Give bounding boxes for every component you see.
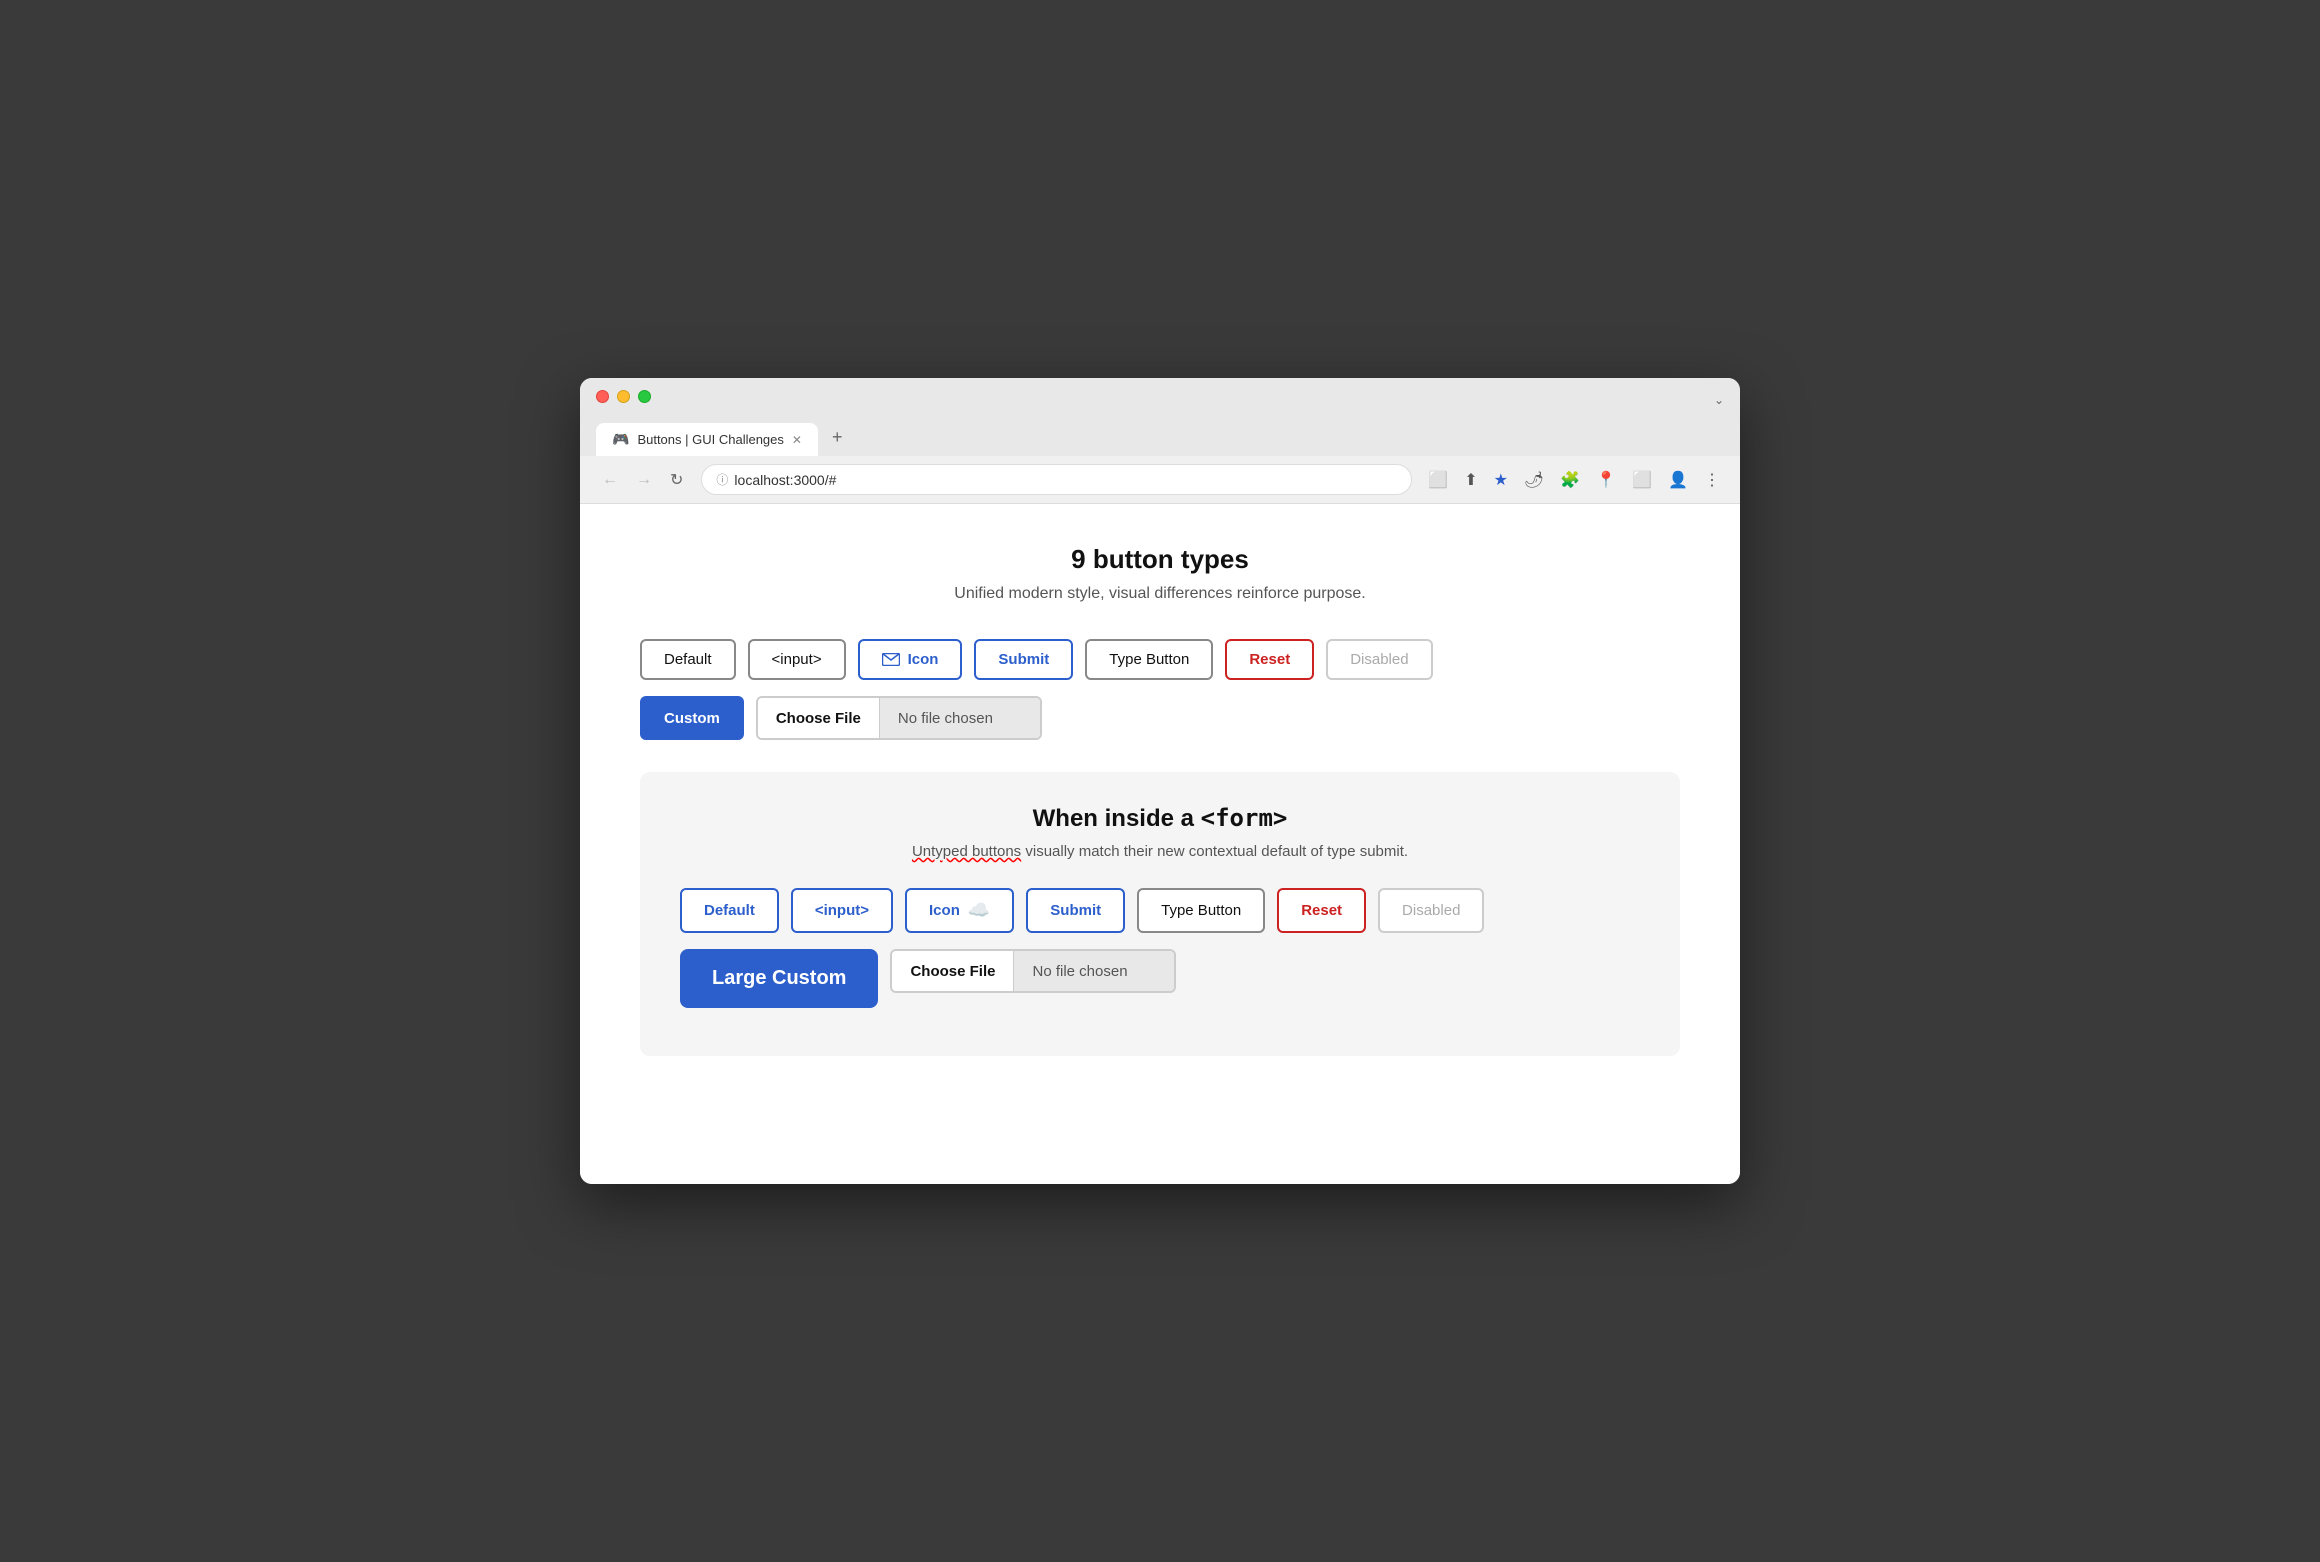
external-link-icon[interactable]: ⬜ [1424,466,1452,494]
title-bar: ⌄ 🎮 Buttons | GUI Challenges ✕ + [580,378,1740,456]
form-section: When inside a <form> Untyped buttons vis… [640,772,1680,1056]
form-section-title: When inside a <form> [680,804,1640,833]
cloud-icon: ☁️ [968,900,990,921]
form-disabled-button: Disabled [1378,888,1484,933]
url-text: localhost:3000/# [734,472,836,488]
large-custom-button[interactable]: Large Custom [680,949,878,1008]
section1-subtitle: Unified modern style, visual differences… [640,585,1680,603]
minimize-button[interactable] [617,390,630,403]
form-reset-button[interactable]: Reset [1277,888,1366,933]
lock-icon: ⓘ [716,471,728,488]
tabs-row: 🎮 Buttons | GUI Challenges ✕ + [596,421,1724,456]
page-content: 9 button types Unified modern style, vis… [580,504,1740,1184]
tab-title: Buttons | GUI Challenges [637,432,783,447]
form-file-no-chosen-label: No file chosen [1014,951,1174,991]
address-bar: ← → ↻ ⓘ localhost:3000/# ⬜ ⬆ ★ 🌶 🧩 📍 ⬜ 👤… [580,456,1740,504]
custom-button[interactable]: Custom [640,696,744,740]
envelope-icon [882,653,900,666]
refresh-button[interactable]: ↻ [664,466,689,494]
form-default-button[interactable]: Default [680,888,779,933]
form-buttons-row-1: Default <input> Icon ☁️ Submit Type Butt… [680,888,1640,933]
submit-button[interactable]: Submit [974,639,1073,680]
back-button[interactable]: ← [596,467,624,493]
menu-icon[interactable]: ⋮ [1700,466,1724,494]
pin-icon[interactable]: 📍 [1592,466,1620,494]
new-tab-button[interactable]: + [822,421,853,454]
chevron-down-icon[interactable]: ⌄ [1714,393,1724,407]
icon-button[interactable]: Icon [858,639,963,680]
profile-icon[interactable]: 👤 [1664,466,1692,494]
choose-file-button[interactable]: Choose File [758,698,880,738]
disabled-button: Disabled [1326,639,1432,680]
extension-icon-1[interactable]: 🌶 [1520,466,1548,494]
traffic-lights [596,390,651,403]
file-no-chosen-label: No file chosen [880,698,1040,738]
maximize-button[interactable] [638,390,651,403]
buttons-row-2: Custom Choose File No file chosen [640,696,1680,740]
url-bar[interactable]: ⓘ localhost:3000/# [701,464,1412,495]
close-button[interactable] [596,390,609,403]
forward-button[interactable]: → [630,467,658,493]
tab-icon: 🎮 [612,431,629,448]
input-button[interactable]: <input> [748,639,846,680]
share-icon[interactable]: ⬆ [1460,466,1481,494]
form-choose-file-button[interactable]: Choose File [892,951,1014,991]
nav-buttons: ← → ↻ [596,466,689,494]
form-section-subtitle: Untyped buttons visually match their new… [680,843,1640,860]
form-submit-button[interactable]: Submit [1026,888,1125,933]
buttons-row-1: Default <input> Icon Submit Type Button … [640,639,1680,680]
form-buttons-row-2: Large Custom Choose File No file chosen [680,949,1640,1008]
sidebar-icon[interactable]: ⬜ [1628,466,1656,494]
reset-button[interactable]: Reset [1225,639,1314,680]
form-type-button[interactable]: Type Button [1137,888,1265,933]
tab-close-icon[interactable]: ✕ [792,433,802,447]
browser-toolbar-icons: ⬜ ⬆ ★ 🌶 🧩 📍 ⬜ 👤 ⋮ [1424,466,1724,494]
form-input-button[interactable]: <input> [791,888,893,933]
form-icon-button[interactable]: Icon ☁️ [905,888,1014,933]
bookmark-icon[interactable]: ★ [1490,466,1512,494]
form-file-input-wrapper: Choose File No file chosen [890,949,1176,993]
type-button[interactable]: Type Button [1085,639,1213,680]
browser-window: ⌄ 🎮 Buttons | GUI Challenges ✕ + ← → ↻ ⓘ… [580,378,1740,1184]
default-button[interactable]: Default [640,639,736,680]
file-input-wrapper: Choose File No file chosen [756,696,1042,740]
active-tab[interactable]: 🎮 Buttons | GUI Challenges ✕ [596,423,818,456]
extensions-icon[interactable]: 🧩 [1556,466,1584,494]
section1-title: 9 button types [640,544,1680,575]
